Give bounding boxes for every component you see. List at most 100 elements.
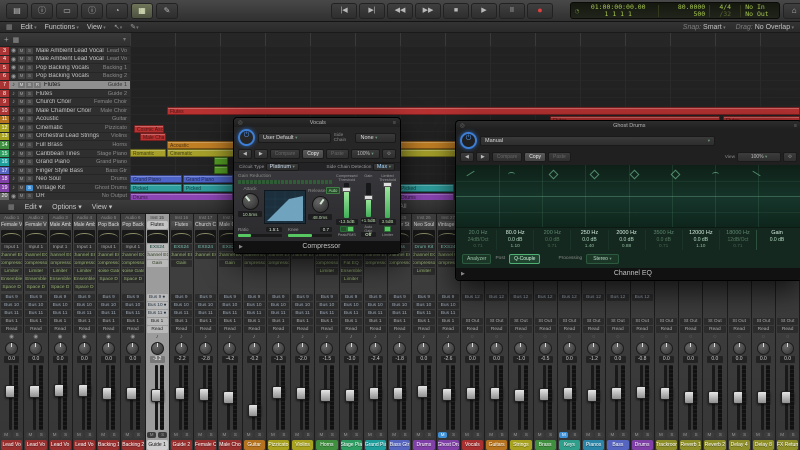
threshold-meter-group[interactable]: Limited Threshold 3.5dB Limiter	[379, 174, 396, 237]
strip-mute-button[interactable]: M	[559, 432, 569, 438]
strip-track-name[interactable]: Guitars	[486, 440, 508, 450]
strip-input-slot[interactable]: EXS24	[170, 244, 192, 251]
go-to-end-button[interactable]: ▶|	[359, 2, 385, 19]
strip-automation-slot[interactable]: Read	[170, 326, 192, 333]
strip-mute-button[interactable]: M	[147, 432, 157, 438]
strip-volume-value[interactable]: 0.0	[52, 356, 68, 363]
strip-volume-value[interactable]: 0.0	[489, 356, 505, 363]
ratio-control[interactable]: Ratio 1.5:1	[238, 227, 282, 237]
insert-slot[interactable]: Fat EQ	[340, 260, 362, 267]
pan-knob[interactable]	[271, 342, 285, 355]
strip-automation-slot[interactable]: Read	[437, 326, 459, 333]
track-row[interactable]: 8 ♪ M S Flutes Guide 2	[0, 89, 130, 99]
rewind-button[interactable]: ◀◀	[387, 2, 413, 19]
insert-slot[interactable]: Limiter	[73, 268, 95, 275]
insert-slot[interactable]: Ensemble	[25, 276, 47, 283]
strip-automation-slot[interactable]: Read	[25, 326, 47, 333]
pan-knob[interactable]	[562, 342, 576, 355]
track-row[interactable]: 13 ♪ M S Orchestral Lead Strings Violins	[0, 132, 130, 142]
strip-automation-slot[interactable]: Read	[461, 326, 483, 333]
mixer-strip[interactable]: Audio 6Pop Back…Input 1Channel EQCompres…	[121, 214, 146, 450]
send-slot[interactable]: Bus 11	[243, 310, 265, 317]
mixer-strip[interactable]: Inst 26Neo SoulDrum KitChannel EQCompres…	[412, 214, 437, 450]
preset-select[interactable]: User Default ▾	[258, 132, 331, 143]
strip-automation-slot[interactable]: Read	[219, 326, 241, 333]
strip-track-name[interactable]: Strings	[510, 440, 532, 450]
disclosure-triangle-icon[interactable]: ▶	[456, 271, 465, 277]
strip-solo-button[interactable]: S	[206, 432, 216, 438]
strip-solo-button[interactable]: S	[740, 432, 750, 438]
menu-view[interactable]: View ▾	[87, 24, 106, 31]
send-slot[interactable]: Bus 10	[437, 302, 459, 309]
send-slot[interactable]: Bus 11	[292, 310, 314, 317]
strip-mute-button[interactable]: M	[292, 432, 302, 438]
insert-slot[interactable]: Noise Gate	[98, 268, 120, 275]
strip-volume-value[interactable]: -1.0	[513, 356, 529, 363]
send-slot[interactable]: Bus 10	[195, 302, 217, 309]
eq-band-lp-icon[interactable]	[752, 169, 761, 178]
strip-track-name[interactable]: Horns	[316, 440, 338, 450]
track-row[interactable]: 12 ♪ M S Cinematic Pizzicato	[0, 124, 130, 133]
eq-band-bell-icon[interactable]	[589, 169, 599, 180]
window-zoom-select[interactable]: 100% ▾	[350, 149, 381, 159]
strip-track-name[interactable]: Vocals	[461, 440, 483, 450]
insert-slot[interactable]: Compressor	[389, 260, 411, 267]
pan-knob[interactable]	[102, 342, 116, 355]
strip-mute-button[interactable]: M	[510, 432, 520, 438]
strip-mute-button[interactable]: M	[729, 432, 739, 438]
pencil-tool-icon[interactable]: ✎▾	[130, 23, 138, 31]
track-row[interactable]: 14 ♪ M S Full Brass Horns	[0, 141, 130, 150]
insert-slot[interactable]: Channel EQ	[146, 252, 168, 259]
insert-slot[interactable]: Limiter	[49, 268, 71, 275]
strip-track-name[interactable]: Bass	[607, 440, 629, 450]
strip-input-slot[interactable]: EXS24	[195, 244, 217, 251]
insert-slot[interactable]: Compressor	[413, 260, 435, 267]
strip-mute-button[interactable]: M	[438, 432, 448, 438]
strip-setting-button[interactable]: Male Amb…	[49, 221, 71, 229]
arrange-region[interactable]: Flutes	[167, 107, 800, 115]
strip-volume-value[interactable]: -2.8	[198, 356, 214, 363]
strip-mute-button[interactable]: M	[219, 432, 229, 438]
insert-slot[interactable]: Gain	[146, 260, 168, 267]
insert-slot[interactable]: Limiter	[413, 268, 435, 275]
insert-slot[interactable]: Compressor	[243, 260, 265, 267]
insert-slot[interactable]: Ensemble	[340, 268, 362, 275]
strip-automation-slot[interactable]: Read	[122, 326, 144, 333]
strip-eq-thumbnail[interactable]	[195, 230, 217, 243]
processing-select[interactable]: Stereo ▾	[586, 253, 619, 264]
tracks-grid-icon[interactable]: ▦	[6, 23, 13, 31]
strip-output-slot[interactable]: Bus 1	[389, 318, 411, 325]
meter-slider[interactable]	[342, 183, 352, 218]
link-button[interactable]: ⟐	[783, 152, 797, 162]
strip-automation-slot[interactable]: Read	[680, 326, 702, 333]
send-slot[interactable]: Bus 11	[195, 310, 217, 317]
strip-solo-button[interactable]: S	[570, 432, 580, 438]
strip-solo-button[interactable]: S	[158, 432, 168, 438]
strip-output-slot[interactable]: St Out	[583, 318, 605, 325]
send-slot[interactable]: Bus 9	[219, 294, 241, 301]
auto-gain-value[interactable]: Off	[361, 231, 376, 237]
next-preset-button[interactable]: ▶	[253, 149, 268, 159]
track-row[interactable]: 16 ♪ M S Grand Piano Grand Piano	[0, 158, 130, 167]
mute-button[interactable]: M	[18, 99, 25, 106]
mixer-strip[interactable]: Audio 2Female V…Input 1Channel EQCompres…	[24, 214, 49, 450]
pan-knob[interactable]	[417, 342, 431, 355]
strip-output-slot[interactable]: Bus 1	[364, 318, 386, 325]
strip-track-name[interactable]: Female Choir	[195, 440, 217, 450]
strip-mute-button[interactable]: M	[25, 432, 35, 438]
solo-button[interactable]: S	[26, 82, 33, 89]
strip-automation-slot[interactable]: Read	[243, 326, 265, 333]
strip-volume-value[interactable]: 0.0	[4, 356, 20, 363]
strip-mute-button[interactable]: M	[680, 432, 690, 438]
strip-volume-value[interactable]: -2.0	[295, 356, 311, 363]
strip-track-name[interactable]: Bass Gtr	[389, 440, 411, 450]
strip-track-name[interactable]: Trackroom	[655, 440, 677, 450]
strip-track-name[interactable]: FX Return	[777, 440, 799, 450]
send-slot[interactable]: Bus 11	[122, 310, 144, 317]
pan-knob[interactable]	[223, 342, 237, 355]
strip-output-slot[interactable]: St Out	[631, 318, 653, 325]
mute-button[interactable]: M	[18, 116, 25, 123]
strip-solo-button[interactable]: S	[546, 432, 556, 438]
send-slot[interactable]: Bus 9	[25, 294, 47, 301]
next-preset-button[interactable]: ▶	[475, 152, 490, 162]
